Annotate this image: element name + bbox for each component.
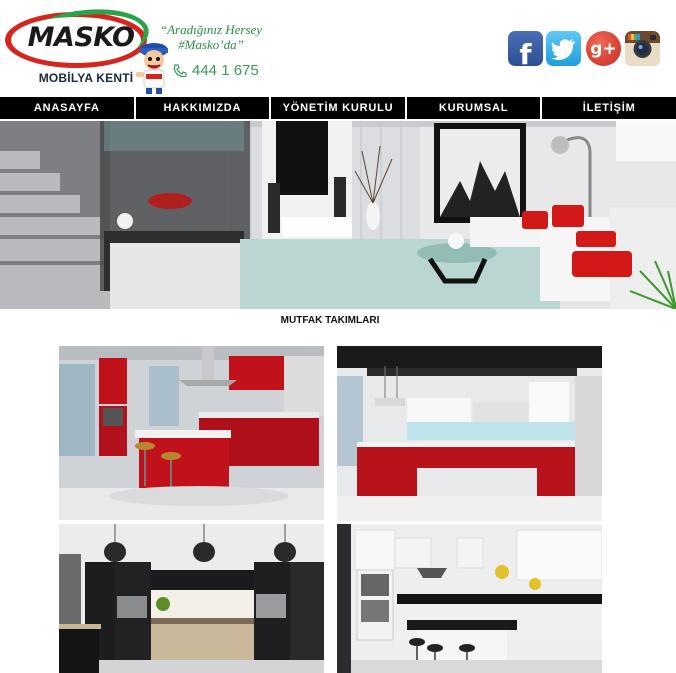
gallery-image-black-wood-kitchen[interactable] (59, 524, 324, 673)
site-header: MASKO MOBİLYA KENTİ “Aradığınız Hersey #… (0, 0, 676, 96)
nav-item-yonetim-kurulu[interactable]: YÖNETİM KURULU (271, 97, 407, 119)
twitter-bird-icon (550, 38, 575, 60)
main-nav: ANASAYFA HAKKIMIZDA YÖNETİM KURULU KURUM… (0, 97, 676, 119)
facebook-link[interactable]: f (508, 31, 543, 66)
phone-number: 444 1 675 (192, 62, 259, 79)
logo-brand-name: MASKO (27, 22, 135, 53)
kitchen-image-3 (59, 524, 324, 673)
slogan-line-1: “Aradığınız Hersey (159, 22, 263, 37)
gallery-image-red-island-kitchen[interactable] (59, 346, 324, 520)
kitchen-image-1 (59, 346, 324, 520)
phone-contact[interactable]: 444 1 675 (172, 62, 259, 79)
twitter-icon (546, 31, 581, 66)
kitchen-image-4 (337, 524, 602, 673)
googleplus-icon: g+ (590, 38, 617, 59)
section-title: MUTFAK TAKIMLARI (280, 315, 380, 326)
nav-item-hakkimizda[interactable]: HAKKIMIZDA (136, 97, 272, 119)
instagram-link[interactable] (625, 31, 660, 66)
nav-item-kurumsal[interactable]: KURUMSAL (407, 97, 543, 119)
nav-item-anasayfa[interactable]: ANASAYFA (0, 97, 136, 119)
hero-banner (0, 121, 676, 309)
instagram-icon (625, 31, 660, 66)
twitter-link[interactable] (546, 31, 581, 66)
living-room-banner-image (0, 121, 676, 309)
gallery-image-red-u-kitchen[interactable] (337, 346, 602, 521)
slogan-text: “Aradığınız Hersey #Masko’da” (156, 22, 266, 52)
logo-subtitle: MOBİLYA KENTİ (38, 71, 134, 85)
googleplus-link[interactable]: g+ (586, 31, 621, 66)
slogan-line-2: #Masko’da” (178, 37, 244, 52)
kitchen-image-2 (337, 346, 602, 521)
masko-logo[interactable]: MASKO MOBİLYA KENTİ (5, 3, 152, 92)
facebook-icon: f (519, 38, 532, 66)
phone-icon (173, 63, 187, 77)
nav-item-iletisim[interactable]: İLETİŞİM (542, 97, 676, 119)
gallery-image-white-black-kitchen[interactable] (337, 524, 602, 673)
instagram-camera-icon (625, 31, 660, 66)
